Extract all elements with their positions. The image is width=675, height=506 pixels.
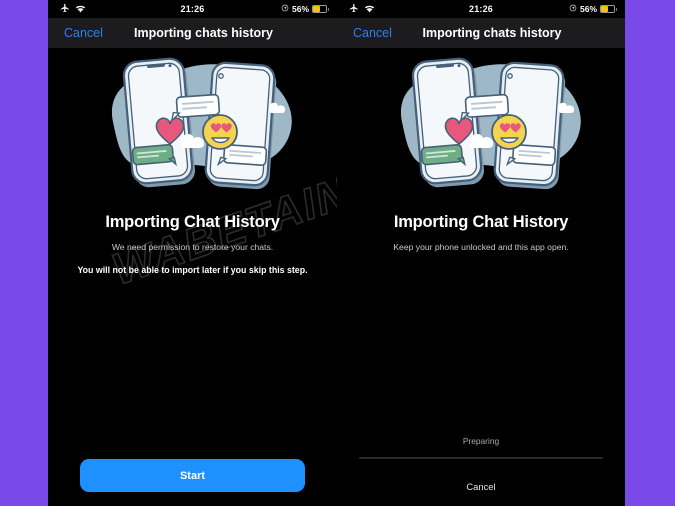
subtitle-right: Keep your phone unlocked and this app op… xyxy=(393,242,569,252)
status-bar-right: 21:26 56% xyxy=(337,0,625,18)
start-button[interactable]: Start xyxy=(80,459,305,492)
panel-progress-screen: 21:26 56% Cancel Importing chats history xyxy=(337,0,625,506)
cancel-import-button[interactable]: Cancel xyxy=(359,481,603,492)
battery-percent-label: 56% xyxy=(291,4,309,14)
start-button-container: Start xyxy=(48,459,337,492)
smiling-face-with-hearts-emoji xyxy=(490,114,527,150)
smiling-face-with-hearts-emoji xyxy=(202,114,238,150)
screenshot-root: 21:26 56% Cancel Importing chats history xyxy=(0,0,675,506)
warning-text-left: You will not be able to import later if … xyxy=(77,265,308,275)
two-phones-chat-svg xyxy=(400,57,581,190)
navbar-right: Cancel Importing chats history xyxy=(337,18,625,48)
status-bar-right-right-icons: 56% xyxy=(569,4,617,14)
navbar-title: Importing chats history xyxy=(134,26,273,40)
location-arrow-icon xyxy=(569,4,577,14)
illustration-two-phones-chat xyxy=(337,52,625,207)
status-bar-right-icons: 56% xyxy=(281,4,329,14)
location-arrow-icon xyxy=(281,4,289,14)
battery-percent-label: 56% xyxy=(579,4,597,14)
progress-status-label: Preparing xyxy=(462,435,500,446)
panel-permission-screen: 21:26 56% Cancel Importing chats history xyxy=(48,0,337,506)
battery-icon xyxy=(600,5,617,13)
navbar-left: Cancel Importing chats history xyxy=(48,18,337,48)
illustration-two-phones-chat xyxy=(48,52,337,207)
progress-container: Preparing Cancel xyxy=(337,435,625,492)
battery-icon xyxy=(312,5,329,13)
status-bar-left: 21:26 56% xyxy=(48,0,337,18)
two-phones-chat-svg xyxy=(111,57,292,190)
headline-right: Importing Chat History xyxy=(393,213,569,231)
headline-left: Importing Chat History xyxy=(105,213,280,231)
progress-bar xyxy=(359,456,603,459)
navbar-title: Importing chats history xyxy=(422,26,562,40)
device-screens-area: 21:26 56% Cancel Importing chats history xyxy=(48,0,625,506)
subtitle-left: We need permission to restore your chats… xyxy=(111,242,274,252)
